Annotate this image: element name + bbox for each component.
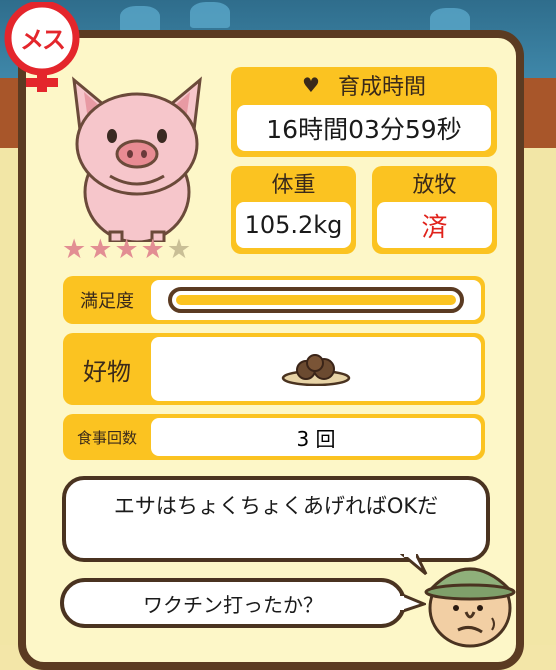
grazing-value: 済	[377, 202, 492, 248]
gender-label: メス	[20, 26, 66, 54]
star-filled-icon: ★	[88, 234, 113, 265]
pig-character	[72, 76, 202, 242]
growth-time-value: 16時間03分59秒	[237, 105, 491, 151]
weight-box: 体重 105.2kg	[231, 166, 356, 254]
coral-decoration	[120, 6, 160, 32]
satisfaction-label: 満足度	[80, 291, 134, 312]
meal-count-value: 3 回	[151, 418, 481, 456]
star-filled-icon: ★	[140, 234, 165, 265]
meal-count-label: 食事回数	[76, 428, 137, 447]
grazing-label: 放牧	[412, 173, 457, 198]
satisfaction-row: 満足度	[63, 276, 485, 324]
weight-label: 体重	[271, 173, 316, 198]
rating-stars: ★ ★ ★ ★ ★	[62, 236, 191, 264]
satisfaction-bar-fill	[176, 295, 456, 305]
weight-value: 105.2kg	[236, 202, 351, 248]
food-plate-icon	[281, 354, 351, 386]
favorite-food-row: 好物	[63, 333, 485, 405]
farmer-speech-bubble: ワクチン打ったか？	[60, 578, 406, 628]
star-filled-icon: ★	[114, 234, 139, 265]
coral-decoration	[190, 2, 230, 28]
star-empty-icon: ★	[166, 234, 192, 265]
grazing-box: 放牧 済	[372, 166, 497, 254]
farmer-character	[424, 567, 516, 648]
growth-time-box: ♥ 育成時間 16時間03分59秒	[231, 67, 497, 157]
pig-speech-text: エサはちょくちょくあげればOKだ	[113, 494, 439, 518]
favorite-food-label: 好物	[83, 357, 131, 386]
satisfaction-bar	[168, 287, 464, 313]
star-filled-icon: ★	[62, 234, 87, 265]
meal-count-row: 食事回数 3 回	[63, 414, 485, 460]
heart-icon: ♥	[302, 73, 320, 97]
growth-time-label: 育成時間	[337, 75, 426, 100]
farmer-speech-text: ワクチン打ったか？	[143, 592, 323, 617]
